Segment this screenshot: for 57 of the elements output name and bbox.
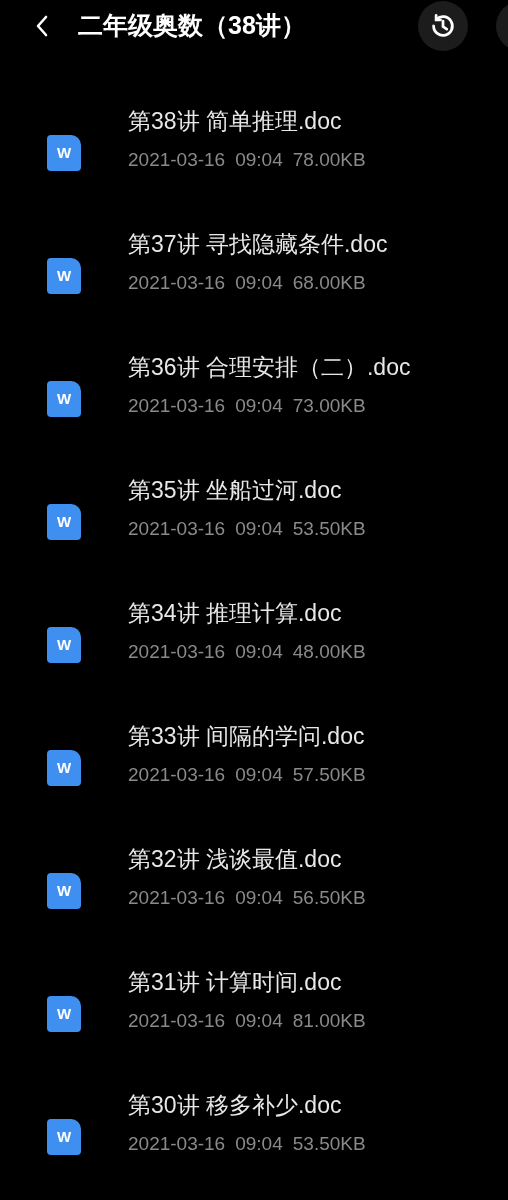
file-date: 2021-03-16 [128,1133,226,1155]
file-time: 09:04 [235,641,283,663]
file-date: 2021-03-16 [128,764,226,786]
history-button[interactable] [418,1,468,51]
word-file-icon: W [47,996,81,1032]
file-size: 81.00KB [292,1010,366,1032]
file-date: 2021-03-16 [128,887,226,909]
file-item[interactable]: W 第30讲 移多补少.doc 2021-03-16 09:04 53.50KB [0,1075,508,1199]
file-time: 09:04 [235,764,283,786]
file-time: 09:04 [235,887,283,909]
file-item[interactable]: W 第31讲 计算时间.doc 2021-03-16 09:04 81.00KB [0,952,508,1076]
file-size: 53.50KB [292,1133,366,1155]
word-file-icon: W [47,1119,81,1155]
file-size: 68.00KB [292,272,366,294]
file-item[interactable]: W 第36讲 合理安排（二）.doc 2021-03-16 09:04 73.00KB [0,337,508,461]
file-name: 第31讲 计算时间.doc [128,968,343,996]
file-item[interactable]: W 第33讲 间隔的学问.doc 2021-03-16 09:04 57.50KB [0,706,508,830]
file-date: 2021-03-16 [128,272,226,294]
file-name: 第33讲 间隔的学问.doc [128,722,366,750]
file-date: 2021-03-16 [128,641,226,663]
file-time: 09:04 [235,272,283,294]
file-time: 09:04 [235,1010,283,1032]
file-date: 2021-03-16 [128,395,226,417]
file-item[interactable]: W 第34讲 推理计算.doc 2021-03-16 09:04 48.00KB [0,583,508,707]
file-name: 第30讲 移多补少.doc [128,1091,343,1119]
back-icon [35,15,49,37]
word-file-icon: W [47,258,81,294]
file-date: 2021-03-16 [128,1010,226,1032]
file-name: 第32讲 浅谈最值.doc [128,845,343,873]
word-file-icon: W [47,381,81,417]
word-file-icon: W [47,504,81,540]
file-name: 第38讲 简单推理.doc [128,107,343,135]
file-size: 57.50KB [292,764,366,786]
file-item[interactable]: W 第32讲 浅谈最值.doc 2021-03-16 09:04 56.50KB [0,829,508,953]
page-title: 二年级奥数（38讲） [78,10,306,42]
file-name: 第36讲 合理安排（二）.doc [128,353,411,381]
file-item[interactable]: W 第38讲 简单推理.doc 2021-03-16 09:04 78.00KB [0,91,508,215]
file-size: 53.50KB [292,518,366,540]
file-time: 09:04 [235,1133,283,1155]
file-name: 第34讲 推理计算.doc [128,599,343,627]
file-size: 78.00KB [292,149,366,171]
file-size: 56.50KB [292,887,366,909]
file-item[interactable]: W 第37讲 寻找隐藏条件.doc 2021-03-16 09:04 68.00KB [0,214,508,338]
file-time: 09:04 [235,518,283,540]
file-name: 第35讲 坐船过河.doc [128,476,343,504]
file-size: 73.00KB [292,395,366,417]
file-time: 09:04 [235,395,283,417]
file-time: 09:04 [235,149,283,171]
word-file-icon: W [47,135,81,171]
file-date: 2021-03-16 [128,149,226,171]
file-size: 48.00KB [292,641,366,663]
word-file-icon: W [47,627,81,663]
file-name: 第37讲 寻找隐藏条件.doc [128,230,388,258]
word-file-icon: W [47,873,81,909]
file-item[interactable]: W 第35讲 坐船过河.doc 2021-03-16 09:04 53.50KB [0,460,508,584]
word-file-icon: W [47,750,81,786]
file-date: 2021-03-16 [128,518,226,540]
